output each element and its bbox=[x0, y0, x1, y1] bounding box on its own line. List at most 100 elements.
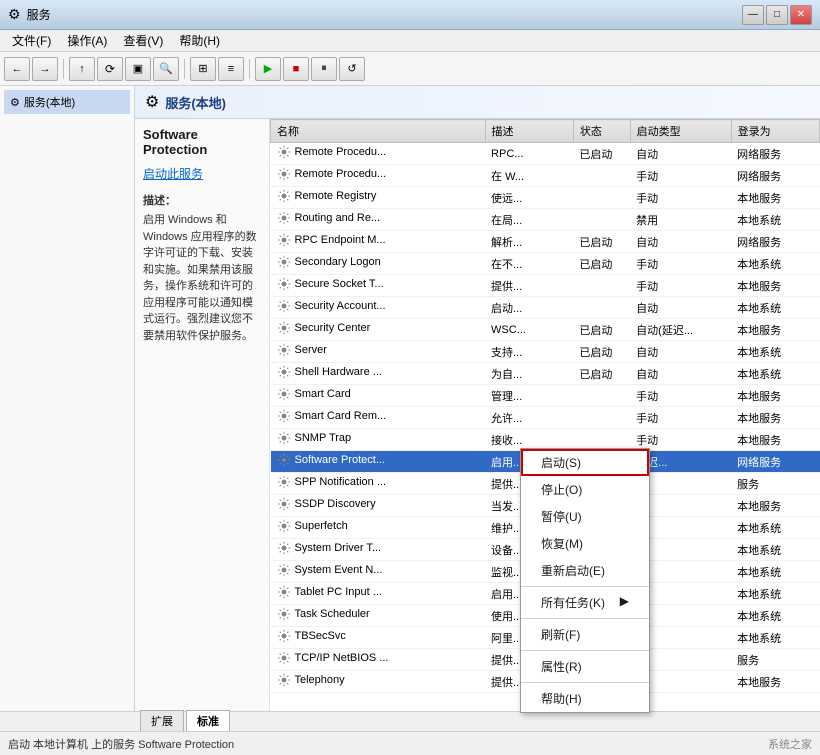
service-startup-cell: 手动 bbox=[630, 165, 731, 187]
stop-service-button[interactable]: ■ bbox=[283, 57, 309, 81]
export-button[interactable]: ⊞ bbox=[190, 57, 216, 81]
service-name-cell: Tablet PC Input ... bbox=[271, 583, 486, 605]
service-logon-cell: 本地服务 bbox=[731, 385, 819, 407]
start-service-link[interactable]: 启动此服务 bbox=[143, 167, 203, 181]
context-menu-item[interactable]: 暂停(U) bbox=[521, 503, 649, 530]
sidebar-item-local-services[interactable]: ⚙ 服务(本地) bbox=[4, 90, 130, 114]
sidebar-item-label: 服务(本地) bbox=[24, 94, 75, 110]
table-row[interactable]: Security CenterWSC...已启动自动(延迟...本地服务 bbox=[271, 319, 820, 341]
table-row[interactable]: Security Account...启动...自动本地系统 bbox=[271, 297, 820, 319]
table-row[interactable]: Smart Card Rem...允许...手动本地服务 bbox=[271, 407, 820, 429]
description-title: 描述： bbox=[143, 192, 261, 208]
back-button[interactable]: ← bbox=[4, 57, 30, 81]
menu-file[interactable]: 文件(F) bbox=[4, 30, 59, 51]
service-name-cell: Remote Procedu... bbox=[271, 143, 486, 165]
pause-service-button[interactable]: ⏸ bbox=[311, 57, 337, 81]
toolbar: ← → ↑ ⟳ ▣ 🔍 ⊞ ≡ ▶ ■ ⏸ ↺ bbox=[0, 52, 820, 86]
maximize-button[interactable]: □ bbox=[766, 5, 788, 25]
menu-view[interactable]: 查看(V) bbox=[115, 30, 171, 51]
service-startup-cell: 手动 bbox=[630, 385, 731, 407]
up-button[interactable]: ↑ bbox=[69, 57, 95, 81]
service-logon-cell: 服务 bbox=[731, 473, 819, 495]
service-name-cell: Remote Procedu... bbox=[271, 165, 486, 187]
forward-button[interactable]: → bbox=[32, 57, 58, 81]
watermark: 系统之家 bbox=[768, 736, 812, 752]
context-menu: 启动(S)停止(O)暂停(U)恢复(M)重新启动(E) 所有任务(K)▶ 刷新(F)… bbox=[520, 448, 650, 713]
service-name-cell: TCP/IP NetBIOS ... bbox=[271, 649, 486, 671]
service-startup-cell: 自动 bbox=[630, 341, 731, 363]
context-menu-separator bbox=[521, 650, 649, 651]
table-row[interactable]: Routing and Re...在局...禁用本地系统 bbox=[271, 209, 820, 231]
refresh-button[interactable]: ⟳ bbox=[97, 57, 123, 81]
service-logon-cell: 本地服务 bbox=[731, 671, 819, 693]
table-row[interactable]: Remote Procedu...RPC...已启动自动网络服务 bbox=[271, 143, 820, 165]
tab-standard[interactable]: 标准 bbox=[186, 710, 230, 731]
table-row[interactable]: RPC Endpoint M...解析...已启动自动网络服务 bbox=[271, 231, 820, 253]
context-menu-item[interactable]: 停止(O) bbox=[521, 476, 649, 503]
close-button[interactable]: ✕ bbox=[790, 5, 812, 25]
table-row[interactable]: Shell Hardware ...为自...已启动自动本地系统 bbox=[271, 363, 820, 385]
col-logon[interactable]: 登录为 bbox=[731, 120, 819, 143]
service-desc-cell: 启动... bbox=[485, 297, 573, 319]
service-status-cell: 已启动 bbox=[573, 319, 630, 341]
service-name-cell: Security Account... bbox=[271, 297, 486, 319]
service-startup-cell: 自动 bbox=[630, 231, 731, 253]
tab-extended[interactable]: 扩展 bbox=[140, 710, 184, 731]
list-button[interactable]: ≡ bbox=[218, 57, 244, 81]
tab-bar: 扩展 标准 bbox=[0, 711, 820, 731]
content-area: ⚙ 服务(本地) Software Protection 启动此服务 描述： 启… bbox=[135, 86, 820, 711]
menu-action[interactable]: 操作(A) bbox=[59, 30, 115, 51]
status-text: 启动 本地计算机 上的服务 Software Protection bbox=[8, 736, 234, 752]
menu-help[interactable]: 帮助(H) bbox=[171, 30, 228, 51]
table-row[interactable]: Remote Procedu...在 W... 手动网络服务 bbox=[271, 165, 820, 187]
service-name-cell: Secure Socket T... bbox=[271, 275, 486, 297]
service-desc-cell: WSC... bbox=[485, 319, 573, 341]
table-row[interactable]: Server支持...已启动自动本地系统 bbox=[271, 341, 820, 363]
service-logon-cell: 本地系统 bbox=[731, 517, 819, 539]
context-menu-item[interactable]: 恢复(M) bbox=[521, 530, 649, 557]
context-menu-item[interactable]: 属性(R) bbox=[521, 653, 649, 680]
start-service-button[interactable]: ▶ bbox=[255, 57, 281, 81]
context-menu-item[interactable]: 帮助(H) bbox=[521, 685, 649, 712]
content-header: ⚙ 服务(本地) bbox=[135, 86, 820, 119]
context-menu-item[interactable]: 刷新(F) bbox=[521, 621, 649, 648]
table-row[interactable]: Secure Socket T...提供...手动本地服务 bbox=[271, 275, 820, 297]
folder-button[interactable]: ▣ bbox=[125, 57, 151, 81]
col-desc[interactable]: 描述 bbox=[485, 120, 573, 143]
search-button[interactable]: 🔍 bbox=[153, 57, 179, 81]
service-logon-cell: 本地服务 bbox=[731, 407, 819, 429]
col-name[interactable]: 名称 bbox=[271, 120, 486, 143]
col-status[interactable]: 状态 bbox=[573, 120, 630, 143]
minimize-button[interactable]: — bbox=[742, 5, 764, 25]
service-desc-cell: 在 W... bbox=[485, 165, 573, 187]
service-startup-cell: 自动(延迟... bbox=[630, 319, 731, 341]
service-status-cell bbox=[573, 407, 630, 429]
service-desc-cell: RPC... bbox=[485, 143, 573, 165]
service-status-cell: 已启动 bbox=[573, 363, 630, 385]
service-status-cell bbox=[573, 297, 630, 319]
service-startup-cell: 自动 bbox=[630, 143, 731, 165]
context-menu-item[interactable]: 启动(S) bbox=[521, 449, 649, 476]
service-logon-cell: 本地系统 bbox=[731, 297, 819, 319]
restart-service-button[interactable]: ↺ bbox=[339, 57, 365, 81]
service-logon-cell: 本地系统 bbox=[731, 253, 819, 275]
service-desc-cell: 使远... bbox=[485, 187, 573, 209]
service-startup-cell: 禁用 bbox=[630, 209, 731, 231]
service-desc-cell: 支持... bbox=[485, 341, 573, 363]
table-row[interactable]: Smart Card管理...手动本地服务 bbox=[271, 385, 820, 407]
service-desc-cell: 解析... bbox=[485, 231, 573, 253]
context-menu-item[interactable]: 重新启动(E) bbox=[521, 557, 649, 584]
table-row[interactable]: Secondary Logon在不...已启动手动本地系统 bbox=[271, 253, 820, 275]
col-startup[interactable]: 启动类型 bbox=[630, 120, 731, 143]
menu-bar: 文件(F) 操作(A) 查看(V) 帮助(H) bbox=[0, 30, 820, 52]
service-logon-cell: 本地系统 bbox=[731, 583, 819, 605]
service-logon-cell: 网络服务 bbox=[731, 143, 819, 165]
service-logon-cell: 网络服务 bbox=[731, 165, 819, 187]
context-menu-item[interactable]: 所有任务(K)▶ bbox=[521, 589, 649, 616]
selected-service-name: Software Protection bbox=[143, 127, 261, 157]
service-name-cell: Secondary Logon bbox=[271, 253, 486, 275]
main-layout: ⚙ 服务(本地) ⚙ 服务(本地) Software Protection 启动… bbox=[0, 86, 820, 711]
service-name-cell: Smart Card bbox=[271, 385, 486, 407]
service-logon-cell: 网络服务 bbox=[731, 451, 819, 473]
table-row[interactable]: Remote Registry使远...手动本地服务 bbox=[271, 187, 820, 209]
